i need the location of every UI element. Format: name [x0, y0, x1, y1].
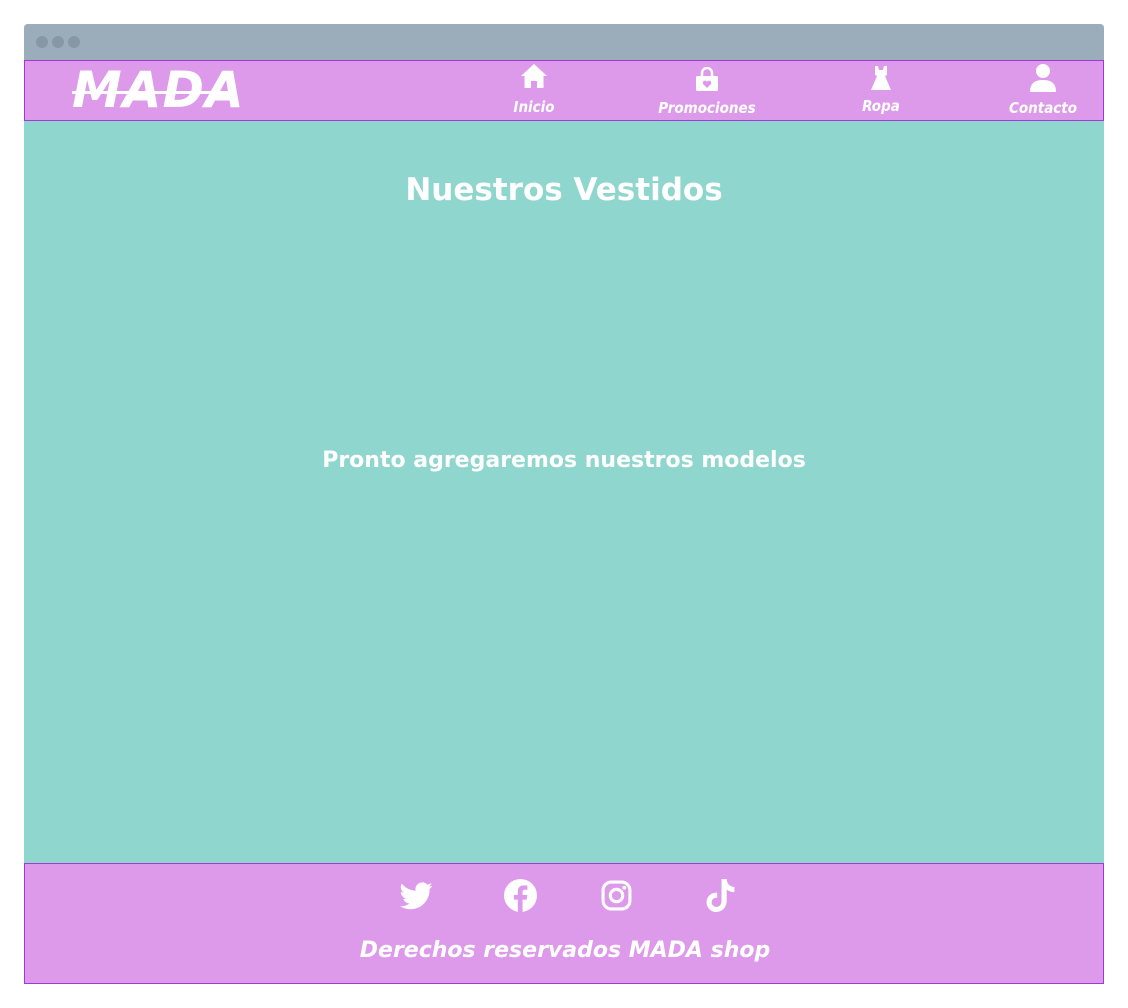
coming-soon-message: Pronto agregaremos nuestros modelos [322, 448, 806, 473]
brand-logo[interactable]: MADA [72, 61, 245, 119]
shopping-bag-icon [695, 66, 719, 95]
nav-label: Ropa [862, 97, 900, 115]
nav-label: Contacto [1008, 99, 1078, 117]
window-titlebar [24, 24, 1104, 60]
page-title: Nuestros Vestidos [405, 172, 723, 208]
nav-item-contacto[interactable]: Contacto [1001, 61, 1085, 121]
nav-item-inicio[interactable]: Inicio [497, 61, 571, 121]
site-header: MADA Inicio Promociones Ropa Contacto [24, 60, 1104, 121]
window-dot[interactable] [36, 36, 48, 48]
dress-icon [869, 65, 893, 95]
user-icon [1029, 63, 1057, 97]
tiktok-icon[interactable] [706, 879, 736, 916]
window-dot[interactable] [52, 36, 64, 48]
nav-item-promociones[interactable]: Promociones [647, 61, 767, 121]
site-footer: Derechos reservados MADA shop [24, 863, 1104, 984]
twitter-icon[interactable] [400, 882, 433, 914]
home-icon [520, 63, 548, 93]
logo-strike-line [72, 91, 228, 94]
facebook-icon[interactable] [504, 879, 537, 916]
nav-label: Promociones [658, 99, 756, 117]
nav-label: Inicio [513, 98, 555, 116]
window-dot[interactable] [68, 36, 80, 48]
copyright-text: Derechos reservados MADA shop [359, 938, 771, 963]
instagram-icon[interactable] [601, 880, 632, 915]
nav-item-ropa[interactable]: Ropa [845, 61, 917, 121]
browser-window: MADA Inicio Promociones Ropa Contacto Nu… [24, 24, 1104, 984]
